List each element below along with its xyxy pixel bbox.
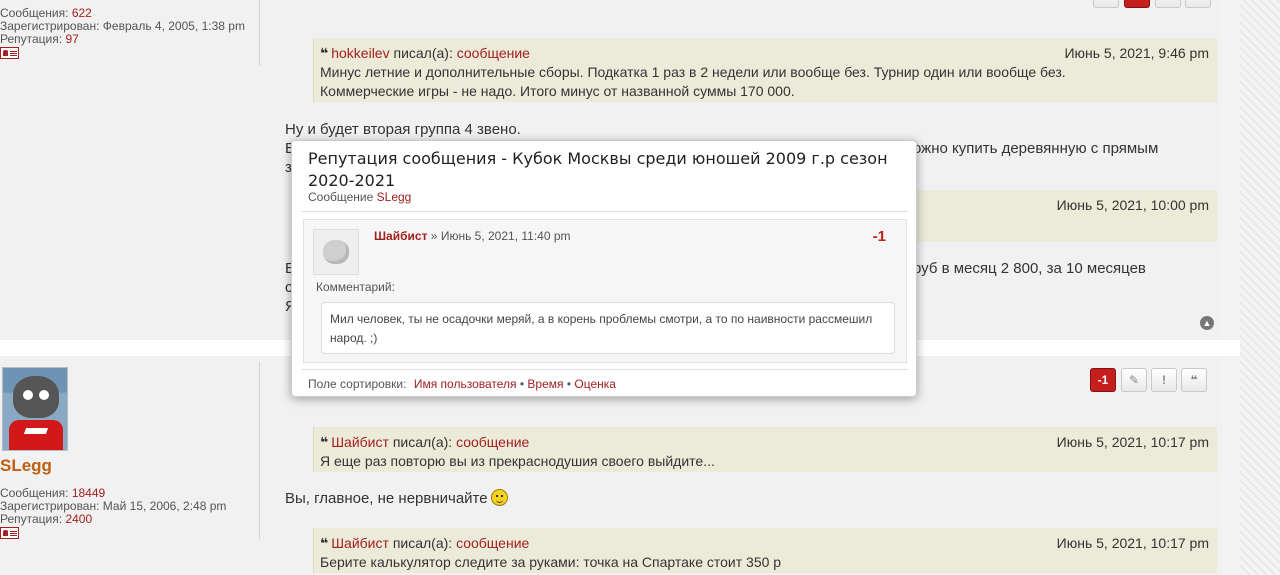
quote-author[interactable]: Шайбист: [331, 434, 389, 450]
comment-label: Комментарий:: [316, 280, 395, 294]
quote-date: Июнь 5, 2021, 10:17 pm: [1056, 535, 1209, 551]
quote-source-link[interactable]: сообщение: [456, 434, 529, 450]
post-count[interactable]: 622: [72, 6, 92, 20]
reputation-value: 97: [65, 32, 79, 46]
reputation-entry: Шайбист » Июнь 5, 2021, 11:40 pm -1 Комм…: [303, 219, 907, 363]
rep-entry-meta: Шайбист » Июнь 5, 2021, 11:40 pm: [374, 229, 571, 243]
quote-date: Июнь 5, 2021, 10:00 pm: [1056, 197, 1209, 213]
quote-date: Июнь 5, 2021, 10:17 pm: [1056, 434, 1209, 450]
popup-subtitle: Сообщение SLegg: [308, 190, 412, 204]
popup-divider: [302, 369, 908, 370]
rep-user-avatar[interactable]: [313, 229, 359, 275]
quote-icon: ❝: [320, 45, 329, 61]
quote-date: Июнь 5, 2021, 9:46 pm: [1064, 45, 1209, 61]
post2-divider: [259, 362, 260, 540]
rep-score: -1: [872, 228, 886, 245]
popup-post-author-link[interactable]: SLegg: [377, 190, 412, 204]
smile-emoji-icon: [490, 489, 508, 506]
back-to-top-icon[interactable]: ▲: [1200, 316, 1214, 330]
quote-icon: ❝: [320, 535, 329, 551]
report-button[interactable]: !: [1151, 368, 1177, 392]
post-text: Вы, главное, не нервничайте: [285, 489, 508, 508]
post2-username[interactable]: SLegg: [0, 456, 52, 476]
sort-by-username[interactable]: Имя пользователя: [414, 377, 517, 391]
quote-source-link[interactable]: сообщение: [456, 535, 529, 551]
reputation-popup: Репутация сообщения - Кубок Москвы среди…: [291, 140, 917, 397]
sort-by-time[interactable]: Время: [527, 377, 563, 391]
post1-profile: Сообщения: 622 Зарегистрирован: Февраль …: [0, 7, 258, 59]
rep-comment: Мил человек, ты не осадочки меряй, а в к…: [321, 302, 895, 354]
puck-icon: [323, 240, 349, 264]
quote-icon: ❝: [320, 434, 329, 450]
post1-button-b[interactable]: [1155, 0, 1181, 8]
rep-minus-button[interactable]: -1: [1090, 368, 1116, 392]
post1-divider: [259, 0, 260, 66]
sort-bar: Поле сортировки: Имя пользователя • Врем…: [308, 377, 616, 391]
rep-date: Июнь 5, 2021, 11:40 pm: [440, 229, 571, 243]
reputation-value: 2400: [65, 512, 93, 526]
quote-button[interactable]: ❝: [1181, 368, 1207, 392]
quote-source-link[interactable]: сообщение: [457, 45, 530, 61]
post1-button-a[interactable]: [1093, 0, 1119, 8]
reputation-card-icon[interactable]: [0, 526, 19, 539]
post2-profile: Сообщения: 18449 Зарегистрирован: Май 15…: [0, 487, 258, 539]
popup-title: Репутация сообщения - Кубок Москвы среди…: [308, 149, 888, 190]
page-background-stripe: [1240, 0, 1280, 575]
popup-divider: [302, 211, 908, 212]
sort-by-rating[interactable]: Оценка: [574, 377, 616, 391]
post-count[interactable]: 18449: [72, 486, 105, 500]
quote-block: ❝ Шайбист писал(а): сообщение Июнь 5, 202…: [313, 427, 1217, 472]
reputation-card-icon[interactable]: [0, 46, 19, 59]
avatar: [2, 367, 68, 451]
quote-author[interactable]: hokkeilev: [331, 45, 389, 61]
edit-button[interactable]: ✎: [1121, 368, 1147, 392]
post1-rep-button[interactable]: [1124, 0, 1150, 8]
quote-author[interactable]: Шайбист: [331, 535, 389, 551]
post1-button-c[interactable]: [1185, 0, 1211, 8]
quote-block: ❝ Шайбист писал(а): сообщение Июнь 5, 202…: [313, 528, 1217, 573]
rep-username-link[interactable]: Шайбист: [374, 229, 427, 243]
post-text: Ну и будет вторая группа 4 звено.: [285, 121, 521, 138]
quote-block: ❝ hokkeilev писал(а): сообщение Июнь 5, 2…: [313, 38, 1217, 102]
